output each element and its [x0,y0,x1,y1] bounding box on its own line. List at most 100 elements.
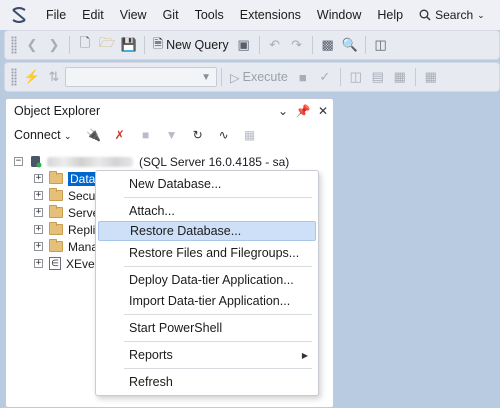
database-query-icon[interactable]: ▣ [233,34,255,56]
xevent-icon: ∈ [49,257,61,270]
parse-check-icon[interactable]: ✓ [314,66,336,88]
submenu-arrow-icon: ▶ [301,350,308,360]
execute-button[interactable]: ▷ Execute [226,70,292,85]
activity-icon[interactable]: ∿ [214,128,234,142]
change-connection-icon[interactable]: ⇅ [43,66,65,88]
menu-item-deploy-data-tier[interactable]: Deploy Data-tier Application... [98,270,316,290]
tree-node-databases[interactable]: + Datab [34,170,105,187]
activity-monitor-icon[interactable]: ▩ [317,34,339,56]
menu-help[interactable]: Help [369,8,411,22]
menu-item-label: Reports [129,348,173,362]
menu-item-label: Refresh [129,375,173,389]
tree-node-xevent-profiler[interactable]: + ∈ XEver [34,255,99,272]
database-select[interactable]: ▼ [65,67,217,87]
new-file-icon[interactable]: 🗋 [74,34,96,56]
menu-item-restore-database[interactable]: Restore Database... [98,221,316,241]
results-grid-icon[interactable]: ▦ [389,66,411,88]
menu-file[interactable]: File [38,8,74,22]
menu-item-new-database[interactable]: New Database... [98,174,316,194]
tree-node-management[interactable]: + Mana [34,238,98,255]
toolbar-grip[interactable] [11,68,17,86]
summary-icon[interactable]: ▦ [240,128,260,142]
chevron-down-icon: ⌄ [64,131,72,141]
search-label: Search [435,8,474,22]
chevron-down-icon: ⌄ [477,9,485,20]
plug-icon[interactable]: 🔌 [84,128,104,142]
server-name-redacted [47,156,133,167]
find-in-files-icon[interactable]: 🔍 [339,34,361,56]
redo-icon[interactable]: ↷ [286,34,308,56]
window-layout-icon[interactable]: ◫ [370,34,392,56]
menu-separator [124,197,312,198]
toolbar-separator [364,36,366,54]
tree-node-replication[interactable]: + Replic [34,221,101,238]
pin-icon[interactable]: 📌 [293,104,313,118]
menu-search[interactable]: Search ⌄ [411,8,491,22]
chevron-down-icon[interactable]: ⌄ [273,104,293,118]
menu-bar: File Edit View Git Tools Extensions Wind… [0,0,500,30]
back-icon[interactable]: ❮ [21,34,43,56]
estimated-plan-icon[interactable]: ◫ [345,66,367,88]
collapse-icon[interactable]: − [14,157,23,166]
object-explorer-toolbar: Connect ⌄ 🔌 ✗ ■ ▼ ↻ ∿ ▦ [6,123,333,147]
expand-icon[interactable]: + [34,259,43,268]
toolbar-grip[interactable] [11,36,17,54]
query-options-icon[interactable]: ▤ [367,66,389,88]
menu-tools[interactable]: Tools [187,8,232,22]
tree-node-security[interactable]: + Secur [34,187,99,204]
expand-icon[interactable]: + [34,208,43,217]
menu-separator [124,368,312,369]
menu-item-restore-files[interactable]: Restore Files and Filegroups... [98,243,316,263]
menu-item-refresh[interactable]: Refresh [98,372,316,392]
folder-icon [49,171,63,184]
connect-dropdown[interactable]: Connect ⌄ [14,128,72,142]
toolbar-separator [339,68,341,86]
folder-icon [49,222,63,235]
refresh-icon[interactable]: ↻ [188,128,208,142]
menu-window[interactable]: Window [309,8,369,22]
close-icon[interactable]: ✕ [313,104,333,118]
toolbar-separator [414,68,416,86]
expand-icon[interactable]: + [34,191,43,200]
filter-icon[interactable]: ▼ [162,128,182,142]
new-query-button[interactable]: 🗎 New Query [149,35,233,56]
undo-icon[interactable]: ↶ [264,34,286,56]
open-file-icon[interactable]: 🗁 [96,34,118,56]
stop-icon[interactable]: ■ [136,128,156,142]
menu-item-reports[interactable]: Reports ▶ [98,345,316,365]
menu-separator [124,341,312,342]
expand-icon[interactable]: + [34,225,43,234]
menu-item-label: Deploy Data-tier Application... [129,273,294,287]
sql-editor-toolbar: ⚡ ⇅ ▼ ▷ Execute ■ ✓ ◫ ▤ ▦ ▦ [4,62,500,92]
menu-item-start-powershell[interactable]: Start PowerShell [98,318,316,338]
menu-view[interactable]: View [112,8,155,22]
expand-icon[interactable]: + [34,242,43,251]
toolbar-separator [221,68,222,86]
menu-item-label: New Database... [129,177,222,191]
server-node[interactable]: − (SQL Server 16.0.4185 - sa) [14,153,289,170]
tree-node-server-objects[interactable]: + Serve [34,204,99,221]
menu-edit[interactable]: Edit [74,8,112,22]
save-icon[interactable]: 💾 [118,34,140,56]
menu-item-attach[interactable]: Attach... [98,201,316,221]
stop-icon[interactable]: ■ [292,66,314,88]
object-explorer-header: Object Explorer ⌄ 📌 ✕ [6,99,333,123]
forward-icon[interactable]: ❯ [43,34,65,56]
tree-node-label: Mana [68,239,99,254]
ssms-logo-icon [8,4,30,26]
menu-item-label: Restore Database... [130,224,242,238]
server-icon [29,155,42,168]
menu-git[interactable]: Git [155,8,187,22]
menu-extensions[interactable]: Extensions [232,8,309,22]
server-version: (SQL Server 16.0.4185 - sa) [139,154,290,169]
expand-icon[interactable]: + [34,174,43,183]
disconnect-icon[interactable]: ✗ [110,128,130,142]
tree-node-label: XEver [66,256,99,271]
connect-plug-icon[interactable]: ⚡ [21,66,43,88]
menu-separator [124,314,312,315]
folder-icon [49,239,63,252]
include-plan-icon[interactable]: ▦ [420,66,442,88]
menu-item-import-data-tier[interactable]: Import Data-tier Application... [98,291,316,311]
new-query-icon: 🗎 [153,36,164,51]
menu-item-label: Attach... [129,204,175,218]
